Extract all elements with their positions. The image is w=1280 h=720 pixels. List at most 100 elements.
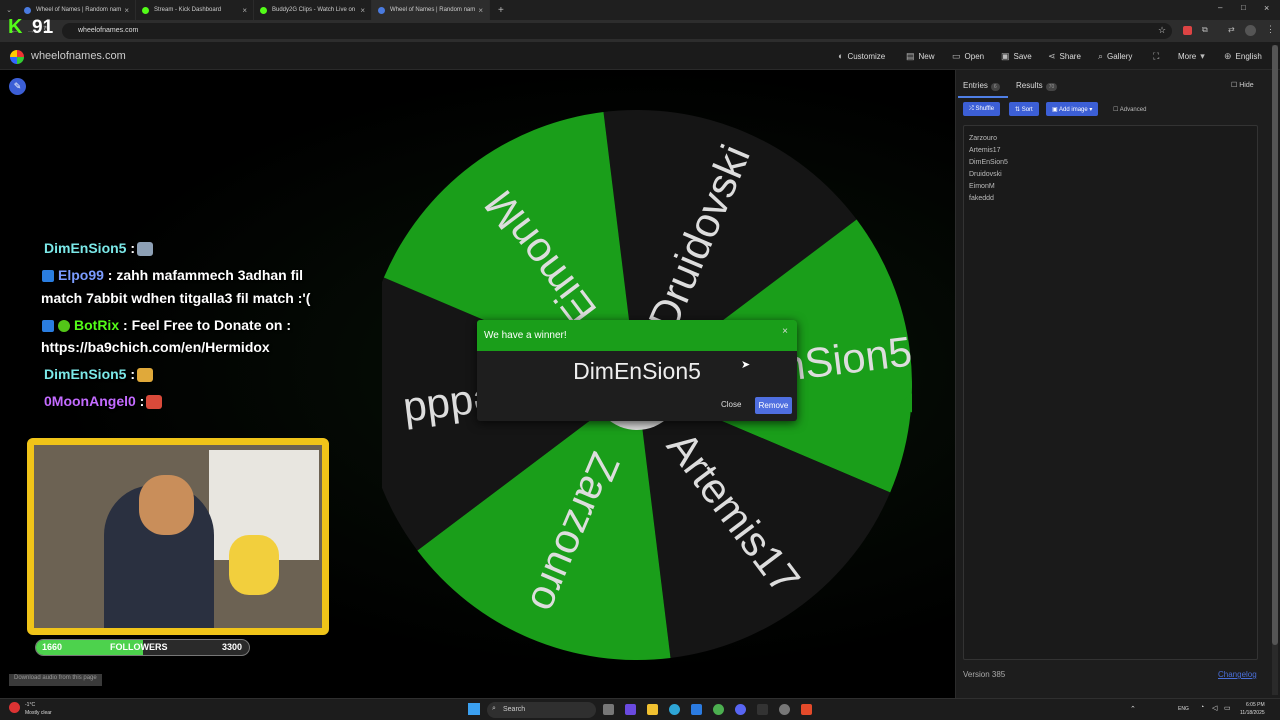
terminal-icon[interactable] <box>757 704 768 715</box>
close-tab-icon[interactable]: × <box>124 6 129 15</box>
menu-label: Open <box>964 52 985 61</box>
browser-menu-icon[interactable]: ⋮ <box>1266 24 1275 35</box>
add-image-button[interactable]: ▣ Add image ▾ <box>1046 102 1099 116</box>
shuffle-icon: ⤮ <box>969 106 974 112</box>
emote-icon <box>137 242 154 257</box>
tab-entries[interactable]: Entries 6 <box>963 81 1000 91</box>
wifi-icon[interactable]: ◔ <box>1200 704 1204 711</box>
followers-current: 1660 <box>42 642 63 652</box>
bookmark-star-icon[interactable]: ☆ <box>1158 25 1166 36</box>
extensions-puzzle-icon[interactable]: ⧉ <box>1202 25 1208 35</box>
download-audio-bar[interactable]: Download audio from this page <box>9 674 102 686</box>
profile-avatar[interactable] <box>1245 25 1256 36</box>
browser-tab-active[interactable]: Wheel of Names | Random nam × <box>372 0 490 20</box>
shuffle-button[interactable]: ⤮ Shuffle <box>963 102 1001 116</box>
edge-icon[interactable] <box>669 704 680 715</box>
chat-message: Elpo99 : zahh mafammech 3adhan fil <box>42 267 303 283</box>
language-indicator[interactable]: ENG <box>1178 706 1189 712</box>
start-windows-icon[interactable] <box>468 703 480 715</box>
chat-username: 0MoonAngel0 <box>44 393 136 409</box>
shuffle-label: Shuffle <box>975 106 995 112</box>
advanced-checkbox[interactable]: ☐ Advanced <box>1113 106 1146 113</box>
fullscreen-button[interactable]: ⛶ <box>1153 51 1159 62</box>
palette-icon: ◐ <box>838 51 844 61</box>
sort-icon: ⇅ <box>1015 107 1021 113</box>
menu-label: Save <box>1013 52 1032 61</box>
close-button[interactable]: Close <box>721 400 741 409</box>
chat-username: DimEnSion5 <box>44 240 127 256</box>
dialog-close-icon[interactable]: × <box>782 326 788 337</box>
search-icon: ⌕ <box>1098 51 1104 61</box>
customize-button[interactable]: ◐ Customize <box>838 51 885 61</box>
chat-text: : Feel Free to Donate on : <box>119 317 292 333</box>
file-icon: ▤ <box>906 51 915 61</box>
chat-text: : <box>135 393 145 409</box>
chat-message-continued: https://ba9chich.com/en/Hermidox <box>41 339 270 355</box>
file-explorer-icon[interactable] <box>647 704 658 715</box>
tray-chevron-icon[interactable]: ⌃ <box>1130 705 1136 713</box>
entries-count-badge: 6 <box>990 83 1000 91</box>
remove-button[interactable]: Remove <box>755 397 792 414</box>
entries-textarea[interactable]: Zarzouro Artemis17 DimEnSion5 Druidovski… <box>963 125 1258 660</box>
chat-message: DimEnSion5 : <box>44 366 154 383</box>
browser-tab[interactable]: Buddy2G Clips - Watch Live on × <box>254 0 372 20</box>
sort-button[interactable]: ⇅ Sort <box>1009 102 1039 116</box>
chevron-down-icon: ▾ <box>1200 51 1205 61</box>
maximize-icon[interactable]: □ <box>1241 3 1246 12</box>
app-icon[interactable] <box>625 704 636 715</box>
url-input[interactable]: wheelofnames.com <box>62 23 1172 39</box>
clock-date[interactable]: 11/18/2025 <box>1240 710 1265 716</box>
brave-icon[interactable] <box>801 704 812 715</box>
version-text: Version 385 <box>963 670 1006 679</box>
extension-icon[interactable] <box>1183 26 1192 35</box>
gallery-button[interactable]: ⌕ Gallery <box>1098 51 1132 62</box>
edit-pencil-button[interactable]: ✎ <box>9 78 26 95</box>
hide-checkbox[interactable]: ☐ Hide <box>1231 81 1254 89</box>
close-tab-icon[interactable]: × <box>478 6 483 15</box>
tab-results[interactable]: Results 70 <box>1016 81 1058 91</box>
sidepanel-icon[interactable]: ⇄ <box>1228 25 1235 34</box>
menu-label: More <box>1178 52 1197 61</box>
checkbox-icon: ☐ <box>1231 82 1238 89</box>
close-tab-icon[interactable]: × <box>242 6 247 15</box>
language-button[interactable]: ⊕ English <box>1224 51 1262 62</box>
weather-icon[interactable] <box>9 702 20 713</box>
save-button[interactable]: ▣ Save <box>1001 51 1032 62</box>
new-tab-button[interactable]: + <box>498 5 504 16</box>
volume-icon[interactable]: ◁ <box>1212 704 1217 712</box>
menu-label: Share <box>1059 52 1081 61</box>
chrome-icon[interactable] <box>713 704 724 715</box>
tab-menu-icon[interactable]: ⌄ <box>0 6 18 14</box>
chat-text: : <box>126 240 136 256</box>
battery-icon[interactable]: ▭ <box>1224 704 1231 712</box>
verified-badge-icon <box>58 320 70 333</box>
minimize-icon[interactable]: – <box>1218 3 1222 12</box>
share-button[interactable]: ⋖ Share <box>1048 51 1081 62</box>
tab-title: Stream - Kick Dashboard <box>154 7 222 13</box>
changelog-link[interactable]: Changelog <box>1218 670 1257 679</box>
list-item: Artemis17 <box>969 147 1001 154</box>
wheel-logo-icon[interactable] <box>10 50 24 64</box>
store-icon[interactable] <box>691 704 702 715</box>
new-button[interactable]: ▤ New <box>906 51 935 62</box>
fullscreen-icon: ⛶ <box>1153 51 1160 61</box>
browser-tab[interactable]: Stream - Kick Dashboard × <box>136 0 254 20</box>
menu-label: Gallery <box>1107 52 1133 61</box>
open-button[interactable]: ▭ Open <box>952 51 984 62</box>
clock-time[interactable]: 6:05 PM <box>1246 702 1265 708</box>
settings-gear-icon[interactable] <box>779 704 790 715</box>
chat-text: : zahh mafammech 3adhan fil <box>103 267 304 283</box>
menu-label: Customize <box>847 51 886 61</box>
checkbox-icon: ☐ <box>1113 107 1119 113</box>
close-tab-icon[interactable]: × <box>360 6 365 15</box>
site-name[interactable]: wheelofnames.com <box>31 50 126 62</box>
page-scrollbar[interactable] <box>1272 45 1278 695</box>
more-button[interactable]: More ▾ <box>1178 51 1205 62</box>
task-view-icon[interactable] <box>603 704 614 715</box>
results-count-badge: 70 <box>1045 83 1058 91</box>
discord-icon[interactable] <box>735 704 746 715</box>
save-icon: ▣ <box>1001 51 1010 61</box>
scrollbar-thumb[interactable] <box>1272 45 1278 645</box>
close-window-icon[interactable]: × <box>1264 3 1269 13</box>
taskbar-search-input[interactable]: ⌕ Search <box>487 702 596 718</box>
